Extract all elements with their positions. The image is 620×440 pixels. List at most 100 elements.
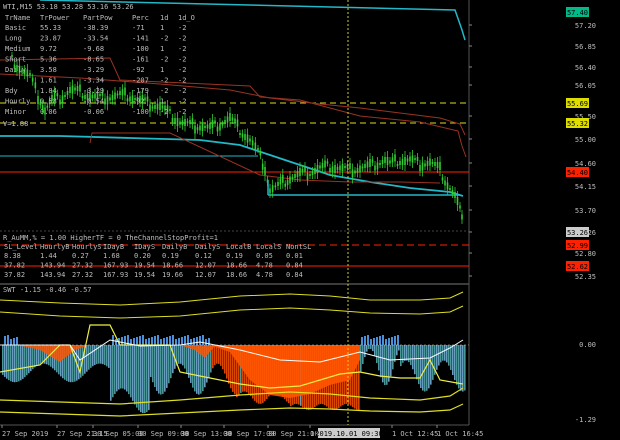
candle-body — [244, 134, 246, 140]
candle-body — [221, 123, 224, 126]
histogram-bar — [124, 345, 126, 390]
candle-body — [26, 69, 29, 77]
histogram-bar — [18, 345, 20, 382]
histogram-bar-up — [376, 337, 378, 345]
histogram-bar-up — [145, 339, 147, 345]
candle-body — [386, 157, 389, 165]
candle-body — [76, 86, 79, 91]
histogram-bar — [100, 345, 102, 364]
histogram-bar-up — [178, 338, 180, 345]
histogram-bar — [164, 345, 166, 392]
trend-cell: -2 — [160, 108, 168, 116]
histogram-bar — [392, 345, 394, 370]
histogram-bar — [126, 345, 128, 392]
histogram-bar — [120, 345, 122, 389]
trend-cell: Medium — [5, 45, 30, 53]
histogram-bar — [386, 345, 388, 385]
histogram-bar — [184, 345, 186, 369]
trend-cell: -2 — [178, 24, 186, 32]
candle-body — [384, 157, 386, 163]
histogram-bar — [452, 345, 454, 375]
stats-cell: 0.84 — [286, 271, 303, 279]
trend-cell: 1 — [160, 66, 164, 74]
histogram-bar-up — [385, 339, 387, 345]
price-tick-label: 56.05 — [575, 82, 596, 90]
candle-body — [124, 87, 126, 96]
histogram-bar — [94, 345, 96, 365]
stats-cell: 37.82 — [4, 262, 25, 270]
histogram-bar — [148, 345, 150, 411]
trend-cell: 1 — [160, 98, 164, 106]
histogram-bar — [78, 345, 80, 380]
trend-header-cell: TrName — [5, 14, 30, 22]
histogram-bar — [24, 345, 26, 378]
candle-body — [119, 91, 121, 95]
histogram-bar — [180, 345, 182, 364]
histogram-bar — [442, 345, 444, 361]
histogram-bar-up — [163, 338, 165, 345]
price-tick-label: 52.35 — [575, 273, 596, 281]
price-tag-label: 52.99 — [567, 242, 588, 250]
candle-body — [126, 98, 129, 102]
trend-cell: 5.36 — [40, 56, 57, 64]
stats-cell: 143.94 — [40, 262, 65, 270]
candle-body — [224, 120, 226, 124]
histogram-bar-up — [136, 337, 138, 345]
histogram-bar — [216, 345, 218, 364]
candle-body — [429, 158, 431, 166]
stats-cell: 12.07 — [195, 271, 216, 279]
candle-body — [414, 158, 416, 160]
price-tick-label: 57.20 — [575, 22, 596, 30]
histogram-bar-up — [394, 336, 396, 345]
price-tick-label: 54.60 — [575, 160, 596, 168]
histogram-bar — [414, 345, 416, 375]
candle-body — [116, 93, 119, 96]
candle-body — [69, 87, 71, 93]
histogram-bar — [454, 345, 456, 381]
candle-body — [441, 177, 444, 181]
candle-body — [216, 126, 219, 132]
stats-cell: 27.32 — [72, 262, 93, 270]
stats-cell: 167.93 — [103, 271, 128, 279]
histogram-bar — [10, 345, 12, 382]
trend-cell: Basic — [5, 24, 26, 32]
histogram-bar — [106, 345, 108, 367]
candle-body — [396, 164, 399, 166]
candle-body — [304, 166, 306, 172]
candle-body — [361, 166, 364, 169]
histogram-bar — [366, 345, 368, 352]
candle-body — [214, 120, 216, 124]
candle-body — [114, 92, 116, 100]
time-tick-label: 27 Sep 2019 — [2, 430, 48, 438]
candle-body — [71, 85, 74, 94]
stats-header-cell: SL_Level — [4, 243, 38, 251]
candle-body — [456, 197, 459, 205]
histogram-bar — [370, 345, 372, 349]
candle-body — [401, 159, 404, 165]
trend-cell: -2 — [160, 77, 168, 85]
candle-body — [324, 160, 326, 168]
histogram-bar-up — [388, 338, 390, 345]
histogram-bar-up — [157, 335, 159, 345]
histogram-bar — [374, 345, 376, 357]
time-tick-label: 30 Sep 05:00 — [93, 430, 144, 438]
candle-body — [186, 121, 189, 124]
trend-cell: -3.29 — [83, 66, 104, 74]
candle-body — [379, 163, 381, 165]
trend-cell: -92 — [132, 66, 145, 74]
trend-header-cell: TrPower — [40, 14, 70, 22]
stats-header-cell: IDayS — [134, 243, 155, 251]
histogram-bar-up — [166, 337, 168, 345]
histogram-bar — [114, 345, 116, 395]
stats-cell: 1.44 — [40, 252, 57, 260]
histogram-bar — [112, 345, 114, 398]
trading-chart[interactable]: WTI,M15 53.18 53.28 53.16 53.26 TrName Tr… — [0, 0, 620, 440]
histogram-bar — [150, 345, 152, 378]
candle-body — [151, 106, 154, 109]
candle-body — [74, 87, 76, 91]
candle-body — [106, 96, 109, 105]
trend-cell: -2 — [178, 108, 186, 116]
stats-cell: 4.78 — [256, 262, 273, 270]
candle-body — [282, 174, 284, 183]
stats-cell: 18.66 — [226, 271, 247, 279]
